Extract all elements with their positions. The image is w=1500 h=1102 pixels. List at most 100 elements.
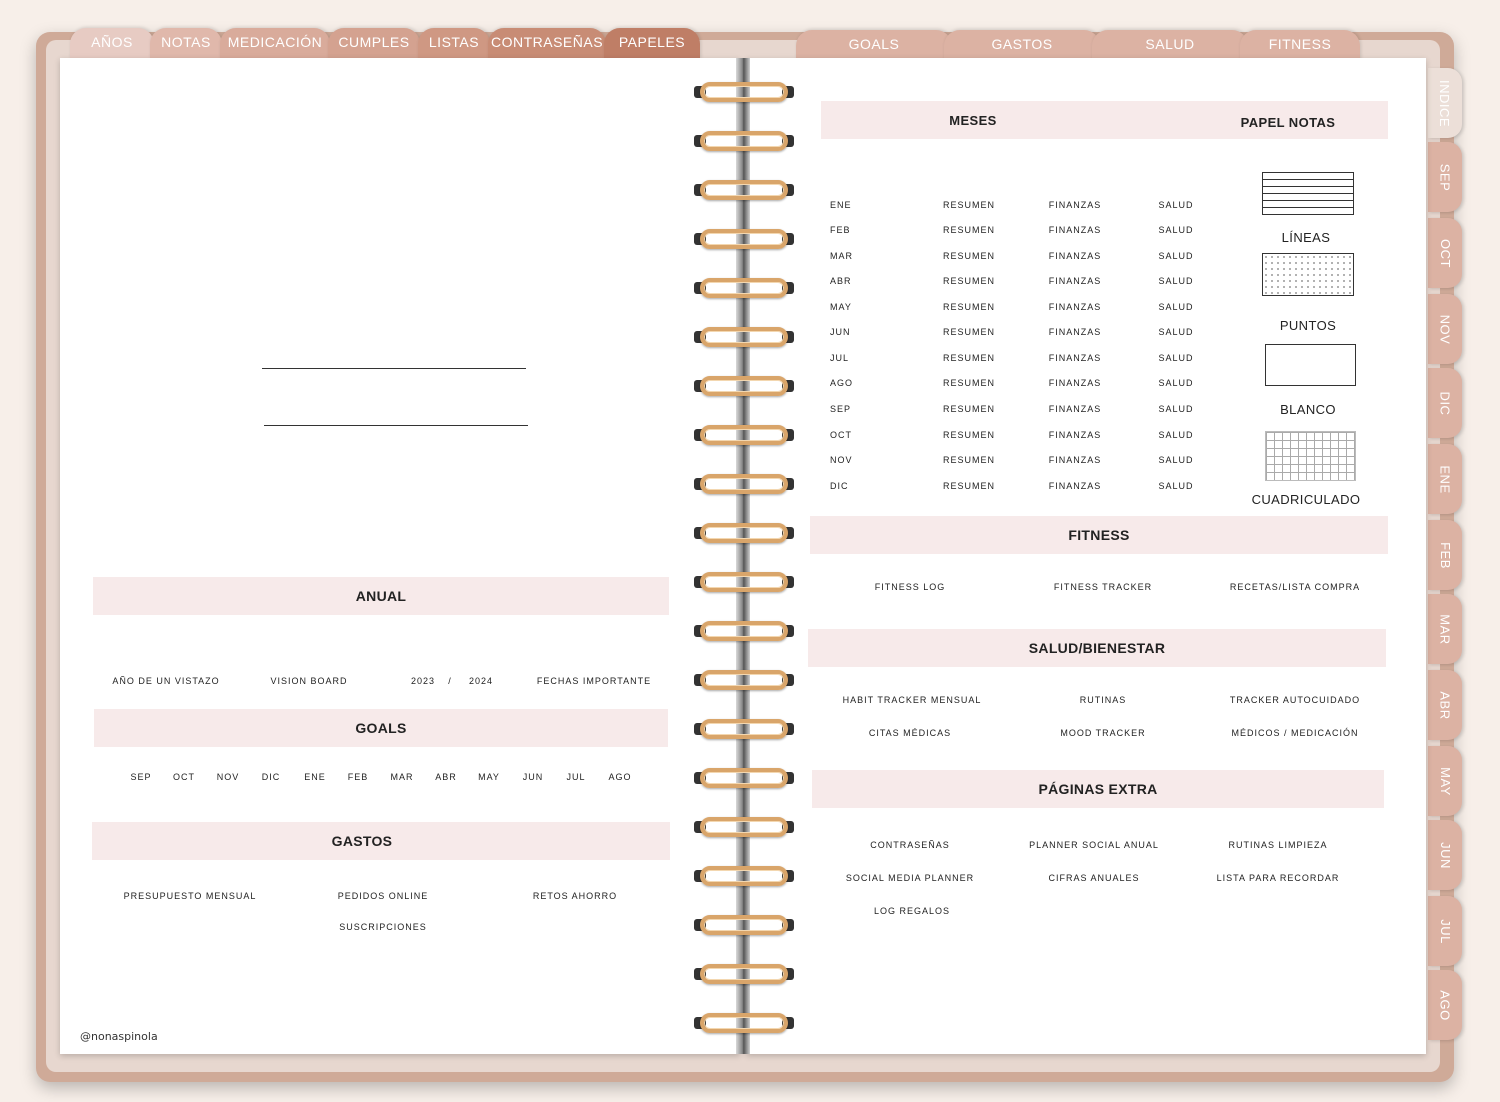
paper-dots-thumbnail[interactable] [1262,253,1354,296]
resumen-link[interactable]: RESUMEN [943,200,995,210]
month-link[interactable]: JUN [830,327,851,337]
side-tab-jul[interactable]: JUL [1428,896,1462,966]
side-tab-ene[interactable]: ENE [1428,444,1462,514]
tab-cumples[interactable]: CUMPLES [328,28,420,60]
tab-notas[interactable]: NOTAS [150,28,222,60]
tab-listas[interactable]: LISTAS [418,28,490,60]
link-habit-tracker[interactable]: HABIT TRACKER MENSUAL [843,695,982,705]
finanzas-link[interactable]: FINANZAS [1049,302,1102,312]
goals-month-link[interactable]: FEB [348,772,369,782]
resumen-link[interactable]: RESUMEN [943,251,995,261]
goals-month-link[interactable]: ABR [435,772,457,782]
goals-month-link[interactable]: NOV [217,772,240,782]
link-cifras-anuales[interactable]: CIFRAS ANUALES [1048,873,1139,883]
resumen-link[interactable]: RESUMEN [943,353,995,363]
finanzas-link[interactable]: FINANZAS [1049,327,1102,337]
link-log-regalos[interactable]: LOG REGALOS [874,906,950,916]
link-year-2023[interactable]: 2023 [411,676,435,686]
month-link[interactable]: OCT [830,430,852,440]
goals-month-link[interactable]: OCT [173,772,195,782]
resumen-link[interactable]: RESUMEN [943,225,995,235]
link-recetas-lista-compra[interactable]: RECETAS/LISTA COMPRA [1230,582,1360,592]
link-tracker-autocuidado[interactable]: TRACKER AUTOCUIDADO [1230,695,1360,705]
side-tab-feb[interactable]: FEB [1428,520,1462,590]
paper-blank-label[interactable]: BLANCO [1280,402,1336,417]
finanzas-link[interactable]: FINANZAS [1049,378,1102,388]
resumen-link[interactable]: RESUMEN [943,276,995,286]
month-link[interactable]: ABR [830,276,852,286]
month-link[interactable]: DIC [830,481,849,491]
side-tab-oct[interactable]: OCT [1428,218,1462,288]
link-presupuesto-mensual[interactable]: PRESUPUESTO MENSUAL [124,891,257,901]
resumen-link[interactable]: RESUMEN [943,302,995,312]
finanzas-link[interactable]: FINANZAS [1049,430,1102,440]
side-tab-sep[interactable]: SEP [1428,142,1462,212]
resumen-link[interactable]: RESUMEN [943,404,995,414]
link-pedidos-online[interactable]: PEDIDOS ONLINE [338,891,429,901]
month-link[interactable]: ENE [830,200,852,210]
link-fitness-log[interactable]: FITNESS LOG [875,582,946,592]
link-suscripciones[interactable]: SUSCRIPCIONES [339,922,427,932]
salud-link[interactable]: SALUD [1158,225,1193,235]
goals-month-link[interactable]: MAY [478,772,500,782]
goals-month-link[interactable]: AGO [608,772,631,782]
salud-link[interactable]: SALUD [1158,327,1193,337]
side-tab-nov[interactable]: NOV [1428,294,1462,364]
link-year-2024[interactable]: 2024 [469,676,493,686]
link-retos-ahorro[interactable]: RETOS AHORRO [533,891,617,901]
salud-link[interactable]: SALUD [1158,378,1193,388]
finanzas-link[interactable]: FINANZAS [1049,251,1102,261]
month-link[interactable]: MAY [830,302,852,312]
side-tab-dic[interactable]: DIC [1428,368,1462,438]
finanzas-link[interactable]: FINANZAS [1049,481,1102,491]
link-planner-social-anual[interactable]: PLANNER SOCIAL ANUAL [1029,840,1159,850]
resumen-link[interactable]: RESUMEN [943,378,995,388]
finanzas-link[interactable]: FINANZAS [1049,225,1102,235]
finanzas-link[interactable]: FINANZAS [1049,276,1102,286]
finanzas-link[interactable]: FINANZAS [1049,353,1102,363]
link-mood-tracker[interactable]: MOOD TRACKER [1060,728,1145,738]
month-link[interactable]: JUL [830,353,849,363]
paper-lines-label[interactable]: LÍNEAS [1282,230,1331,245]
month-link[interactable]: SEP [830,404,851,414]
paper-lines-thumbnail[interactable] [1262,172,1354,215]
salud-link[interactable]: SALUD [1158,455,1193,465]
side-tab-abr[interactable]: ABR [1428,670,1462,740]
goals-month-link[interactable]: JUN [523,772,544,782]
finanzas-link[interactable]: FINANZAS [1049,200,1102,210]
month-link[interactable]: MAR [830,251,853,261]
link-medicos-medicacion[interactable]: MÉDICOS / MEDICACIÓN [1231,728,1358,738]
side-tab-may[interactable]: MAY [1428,746,1462,816]
goals-month-link[interactable]: DIC [262,772,281,782]
paper-grid-thumbnail[interactable] [1265,431,1356,481]
paper-blank-thumbnail[interactable] [1265,344,1356,386]
side-tab-indice[interactable]: INDICE [1428,68,1462,138]
paper-dots-label[interactable]: PUNTOS [1280,318,1336,333]
salud-link[interactable]: SALUD [1158,481,1193,491]
side-tab-ago[interactable]: AGO [1428,970,1462,1040]
tab-medicacion[interactable]: MEDICACIÓN [220,28,330,60]
link-rutinas-limpieza[interactable]: RUTINAS LIMPIEZA [1228,840,1327,850]
link-vision-board[interactable]: VISION BOARD [270,676,347,686]
salud-link[interactable]: SALUD [1158,404,1193,414]
tab-contrasenas[interactable]: CONTRASEÑAS [488,28,606,60]
link-ano-vistazo[interactable]: AÑO DE UN VISTAZO [112,676,219,686]
side-tab-mar[interactable]: MAR [1428,594,1462,664]
salud-link[interactable]: SALUD [1158,200,1193,210]
finanzas-link[interactable]: FINANZAS [1049,404,1102,414]
tab-papeles[interactable]: PAPELES [604,28,700,60]
goals-month-link[interactable]: JUL [566,772,585,782]
month-link[interactable]: AGO [830,378,853,388]
link-contrasenas[interactable]: CONTRASEÑAS [870,840,950,850]
link-citas-medicas[interactable]: CITAS MÉDICAS [869,728,951,738]
link-lista-para-recordar[interactable]: LISTA PARA RECORDAR [1217,873,1340,883]
month-link[interactable]: FEB [830,225,851,235]
link-fechas-importante[interactable]: FECHAS IMPORTANTE [537,676,651,686]
link-social-media-planner[interactable]: SOCIAL MEDIA PLANNER [846,873,974,883]
link-rutinas[interactable]: RUTINAS [1080,695,1127,705]
goals-month-link[interactable]: MAR [391,772,414,782]
salud-link[interactable]: SALUD [1158,251,1193,261]
salud-link[interactable]: SALUD [1158,353,1193,363]
month-link[interactable]: NOV [830,455,853,465]
finanzas-link[interactable]: FINANZAS [1049,455,1102,465]
